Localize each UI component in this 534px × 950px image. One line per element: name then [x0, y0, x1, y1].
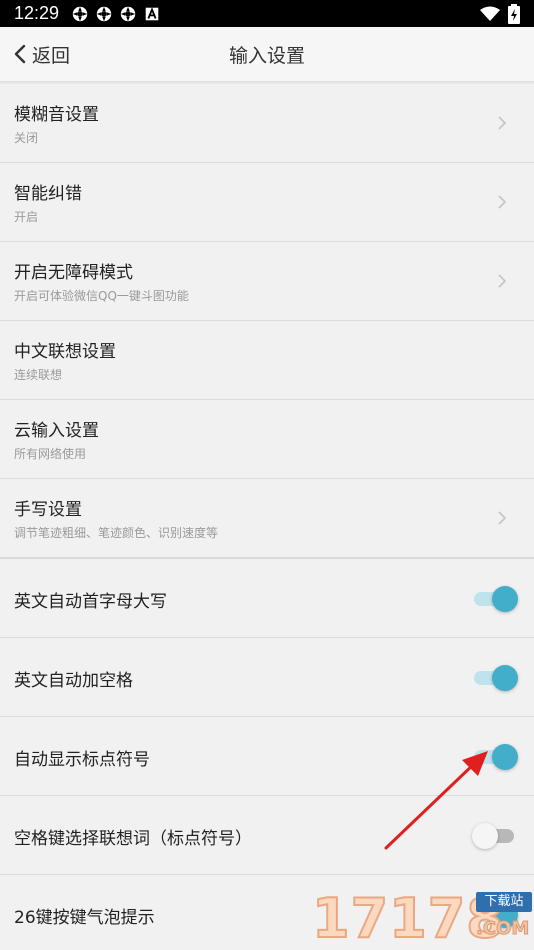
setting-space-select-prediction[interactable]: 空格键选择联想词（标点符号） [0, 796, 534, 875]
back-button[interactable]: 返回 [0, 27, 70, 81]
a-icon [145, 6, 159, 20]
notification-icon [72, 6, 88, 21]
setting-title: 英文自动首字母大写 [14, 592, 167, 612]
toggle-switch[interactable] [472, 586, 518, 612]
setting-subtitle: 开启 [14, 210, 39, 224]
setting-english-auto-capitalize[interactable]: 英文自动首字母大写 [0, 559, 534, 638]
chevron-right-icon [498, 195, 507, 209]
back-label: 返回 [32, 44, 71, 67]
notification-icon [120, 6, 136, 21]
setting-title: 模糊音设置 [14, 105, 99, 125]
setting-title: 手写设置 [14, 500, 82, 520]
setting-title: 英文自动加空格 [14, 671, 133, 691]
toggle-knob [492, 744, 518, 770]
setting-title: 26键按键气泡提示 [14, 908, 155, 928]
setting-subtitle: 开启可体验微信QQ一键斗图功能 [14, 289, 189, 303]
setting-accessibility-mode[interactable]: 开启无障碍模式 开启可体验微信QQ一键斗图功能 [0, 242, 534, 321]
toggle-knob [472, 823, 498, 849]
setting-chinese-prediction[interactable]: 中文联想设置 连续联想 [0, 321, 534, 400]
app-header: 返回 输入设置 [0, 27, 534, 82]
status-notifications [71, 5, 161, 23]
setting-smart-correction[interactable]: 智能纠错 开启 [0, 163, 534, 242]
toggle-switch[interactable] [472, 902, 518, 928]
chevron-left-icon [14, 44, 26, 64]
toggle-switch[interactable] [472, 665, 518, 691]
chevron-right-icon [498, 274, 507, 288]
battery-icon [508, 3, 520, 24]
setting-auto-show-punctuation[interactable]: 自动显示标点符号 [0, 717, 534, 796]
setting-subtitle: 所有网络使用 [14, 447, 87, 461]
toggle-knob [492, 665, 518, 691]
toggle-switch[interactable] [472, 744, 518, 770]
status-time: 12:29 [14, 3, 60, 23]
setting-cloud-input[interactable]: 云输入设置 所有网络使用 [0, 400, 534, 479]
setting-title: 云输入设置 [14, 421, 99, 441]
toggle-knob [492, 902, 518, 928]
chevron-right-icon [498, 116, 507, 130]
notification-icon [96, 6, 112, 21]
toggle-knob [492, 586, 518, 612]
toggle-switch[interactable] [472, 823, 518, 849]
page-title: 输入设置 [228, 44, 305, 67]
setting-subtitle: 连续联想 [14, 368, 63, 382]
wifi-icon [480, 6, 500, 21]
setting-title: 智能纠错 [14, 184, 82, 204]
setting-fuzzy-pinyin[interactable]: 模糊音设置 关闭 [0, 84, 534, 163]
setting-subtitle: 关闭 [14, 131, 39, 145]
setting-subtitle: 调节笔迹粗细、笔迹颜色、识别速度等 [14, 526, 219, 540]
setting-title: 自动显示标点符号 [14, 750, 150, 770]
setting-title: 中文联想设置 [14, 342, 116, 362]
setting-key-bubble-hint[interactable]: 26键按键气泡提示 [0, 875, 534, 950]
settings-list: 模糊音设置 关闭 智能纠错 开启 开启无障碍模式 开启可体验微信QQ一键斗图功能… [0, 84, 534, 950]
status-bar: 12:29 [0, 0, 534, 27]
setting-title: 空格键选择联想词（标点符号） [14, 829, 252, 849]
setting-handwriting[interactable]: 手写设置 调节笔迹粗细、笔迹颜色、识别速度等 [0, 479, 534, 558]
chevron-right-icon [498, 511, 507, 525]
setting-title: 开启无障碍模式 [14, 263, 133, 283]
setting-english-auto-space[interactable]: 英文自动加空格 [0, 638, 534, 717]
status-system-icons [480, 3, 520, 24]
